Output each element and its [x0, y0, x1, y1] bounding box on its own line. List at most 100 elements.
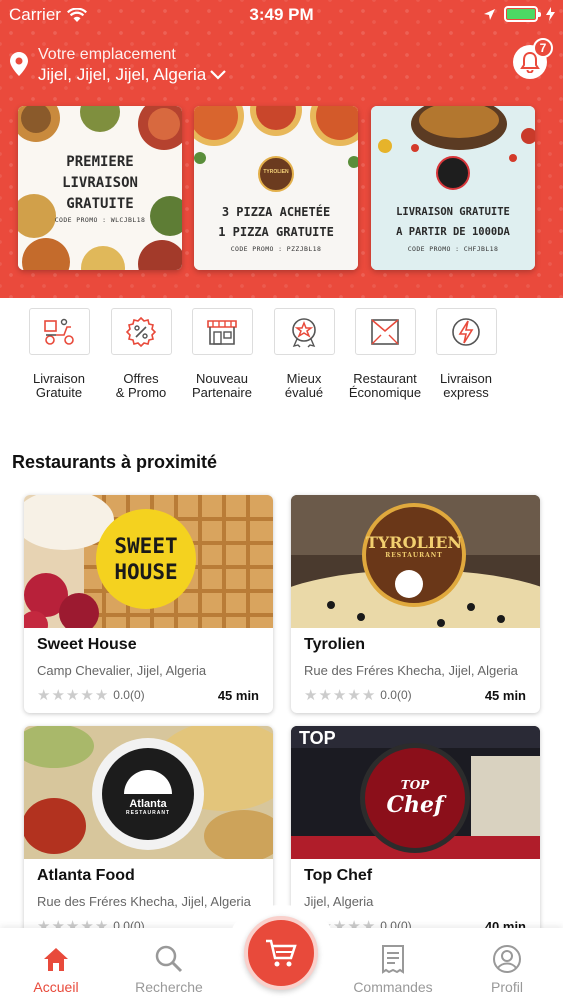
star-icon: ★: [94, 687, 109, 704]
star-icon: ★: [347, 687, 361, 704]
notification-badge: 7: [533, 38, 553, 58]
category-new-partner[interactable]: Nouveau Partenaire: [181, 308, 263, 400]
rating-value: 0.0(0): [380, 688, 412, 702]
category-6-line-1: Livraison: [439, 371, 493, 386]
tyrolien-logo: TYROLIEN RESTAURANT: [364, 533, 464, 559]
restaurant-card-sweet-house[interactable]: SWEET HOUSE Sweet House Camp Chevalier, …: [24, 495, 273, 713]
delivery-scooter-icon: [44, 318, 74, 345]
category-2-line-2: & Promo: [115, 385, 167, 400]
restaurant-image: TYROLIEN RESTAURANT: [291, 495, 540, 628]
rating-stars: ★★★★★ 0.0(0): [304, 686, 412, 704]
promo-card-pizza-offer[interactable]: TYROLIEN 3 PIZZA ACHETÉE 1 PIZZA GRATUIT…: [194, 106, 358, 270]
category-free-delivery[interactable]: Livraison Gratuite: [18, 308, 100, 400]
category-box: [273, 308, 335, 355]
tab-home[interactable]: Accueil: [1, 943, 111, 995]
category-offers-promo[interactable]: Offres & Promo: [100, 308, 182, 400]
sweet-house-logo-line-2: HOUSE: [114, 560, 178, 584]
tab-orders-label: Commandes: [353, 979, 433, 995]
restaurant-card-top-chef[interactable]: TOP TOP Chef Top Chef Jijel, Algeria ★ ★ ★…: [291, 726, 540, 944]
restaurant-name: Top Chef: [304, 867, 373, 884]
star-icon: ★: [318, 687, 332, 704]
star-icon: ★: [37, 687, 51, 704]
restaurant-card-tyrolien[interactable]: TYROLIEN RESTAURANT Tyrolien Rue des Fré…: [291, 495, 540, 713]
category-box: [354, 308, 416, 355]
pizza-photo: [291, 495, 540, 628]
promo-3-line-2: A PARTIR DE 1000DA: [396, 226, 510, 238]
restaurant-card-atlanta-food[interactable]: Atlanta RESTAURANT Atlanta Food Rue des …: [24, 726, 273, 944]
category-box: [191, 308, 253, 355]
star-icon: ★: [51, 687, 65, 704]
promo-card-free-first-delivery[interactable]: PREMIERE LIVRAISON GRATUITE CODE PROMO :…: [18, 106, 182, 270]
profile-icon: [493, 945, 521, 973]
category-6-line-2: express: [443, 385, 489, 400]
restaurant-address: Rue des Fréres Khecha, Jijel, Algeria: [304, 663, 518, 678]
category-box: [110, 308, 172, 355]
top-chef-logo-line-2: Chef: [386, 792, 444, 818]
star-icon: ★: [361, 687, 376, 704]
restaurant-name: Sweet House: [37, 636, 137, 653]
category-row: Livraison Gratuite Offres & Promo Nouvea…: [0, 298, 563, 418]
tab-search[interactable]: Recherche: [114, 943, 224, 995]
restaurant-name: Atlanta Food: [37, 867, 135, 884]
atlanta-logo: Atlanta RESTAURANT: [98, 798, 198, 816]
star-award-icon: [292, 317, 316, 347]
charging-icon: [546, 7, 555, 21]
category-1-line-1: Livraison: [32, 371, 86, 386]
tyrolien-logo-line-2: RESTAURANT: [385, 552, 443, 559]
pasta-photo: [24, 726, 273, 859]
top-chef-sign: TOP: [299, 728, 336, 748]
header-banner: Carrier 3:49 PM Votre emplacement Jijel,…: [0, 0, 563, 298]
top-chef-logo: [436, 156, 470, 190]
star-icon: ★: [80, 687, 94, 704]
promo-2-line-1: 3 PIZZA ACHETÉE: [221, 205, 331, 219]
restaurant-address: Camp Chevalier, Jijel, Algeria: [37, 663, 207, 678]
promo-1-line-1: PREMIERE: [66, 154, 134, 170]
restaurant-image: Atlanta RESTAURANT: [24, 726, 273, 859]
sweet-house-logo: SWEET HOUSE: [96, 533, 196, 585]
status-time: 3:49 PM: [249, 5, 314, 24]
discount-badge-icon: [125, 316, 157, 347]
wallet-icon: [371, 318, 399, 345]
top-chef-logo-line-1: TOP: [400, 778, 430, 792]
top-chef-logo: TOP Chef: [365, 778, 465, 818]
star-icon: ★: [304, 687, 318, 704]
category-4-line-1: Mieux: [286, 371, 322, 386]
category-best-rated[interactable]: Mieux évalué: [263, 308, 345, 400]
promo-3-code: CODE PROMO : CHFJBL18: [407, 245, 499, 253]
tyrolien-logo: TYROLIEN: [258, 156, 294, 192]
notifications-button[interactable]: 7: [513, 38, 553, 79]
star-icon: ★: [332, 687, 347, 704]
promo-1-line-3: GRATUITE: [66, 196, 134, 212]
location-pin-icon: [10, 52, 28, 76]
location-selector[interactable]: Votre emplacement Jijel, Jijel, Jijel, A…: [10, 46, 226, 86]
category-2-line-1: Offres: [123, 371, 159, 386]
lightning-icon: [452, 317, 480, 346]
tab-search-label: Recherche: [135, 979, 203, 995]
sweet-house-logo-line-1: SWEET: [114, 534, 178, 558]
category-economic-restaurant[interactable]: Restaurant Économique: [344, 308, 426, 400]
storefront-icon: [207, 319, 237, 345]
restaurant-address: Rue des Fréres Khecha, Jijel, Algeria: [37, 894, 251, 909]
chevron-down-icon[interactable]: [210, 70, 226, 80]
location-value: Jijel, Jijel, Jijel, Algeria: [38, 65, 207, 84]
receipt-icon: [382, 945, 404, 974]
tab-profile-label: Profil: [491, 979, 523, 995]
promo-1-code: CODE PROMO : WLCJBL18: [54, 216, 146, 224]
category-5-line-2: Économique: [348, 385, 422, 400]
rating-value: 0.0(0): [113, 688, 145, 702]
category-4-line-2: évalué: [284, 385, 324, 400]
restaurant-name: Tyrolien: [304, 636, 366, 653]
delivery-time: 45 min: [217, 688, 259, 703]
status-bar: Carrier 3:49 PM: [0, 0, 563, 30]
tab-profile[interactable]: Profil: [452, 943, 562, 995]
tab-orders[interactable]: Commandes: [338, 943, 448, 995]
cart-button[interactable]: [244, 916, 318, 990]
category-box: [28, 308, 90, 355]
promo-card-free-delivery-1000da[interactable]: LIVRAISON GRATUITE A PARTIR DE 1000DA CO…: [371, 106, 535, 270]
promo-2-line-2: 1 PIZZA GRATUITE: [218, 225, 334, 239]
category-1-line-2: Gratuite: [35, 385, 83, 400]
promo-2-code: CODE PROMO : PZZJBL18: [230, 245, 322, 253]
delivery-time: 45 min: [484, 688, 526, 703]
restaurant-image: TOP TOP Chef: [291, 726, 540, 859]
category-express-delivery[interactable]: Livraison express: [425, 308, 507, 400]
